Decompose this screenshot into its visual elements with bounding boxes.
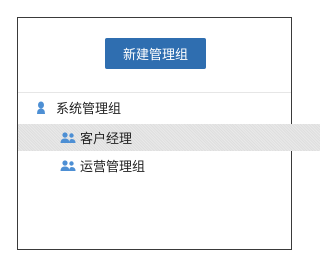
new-group-button[interactable]: 新建管理组 [105, 38, 206, 69]
tree-node-label: 系统管理组 [56, 102, 122, 117]
users-group-icon [60, 131, 76, 145]
tree-node-label: 运营管理组 [80, 160, 146, 175]
tree-node-root[interactable]: 系统管理组 [18, 94, 309, 121]
tree-node-label: 客户经理 [80, 132, 133, 147]
toolbar: 新建管理组 [18, 18, 291, 93]
group-panel: 新建管理组 系统管理组 客户经理 运营管理组 [17, 17, 320, 250]
users-group-icon [60, 159, 76, 173]
tree-node-operations-group[interactable]: 运营管理组 [18, 152, 320, 179]
tree-node-customer-manager[interactable]: 客户经理 [18, 124, 320, 151]
user-icon [36, 101, 52, 115]
